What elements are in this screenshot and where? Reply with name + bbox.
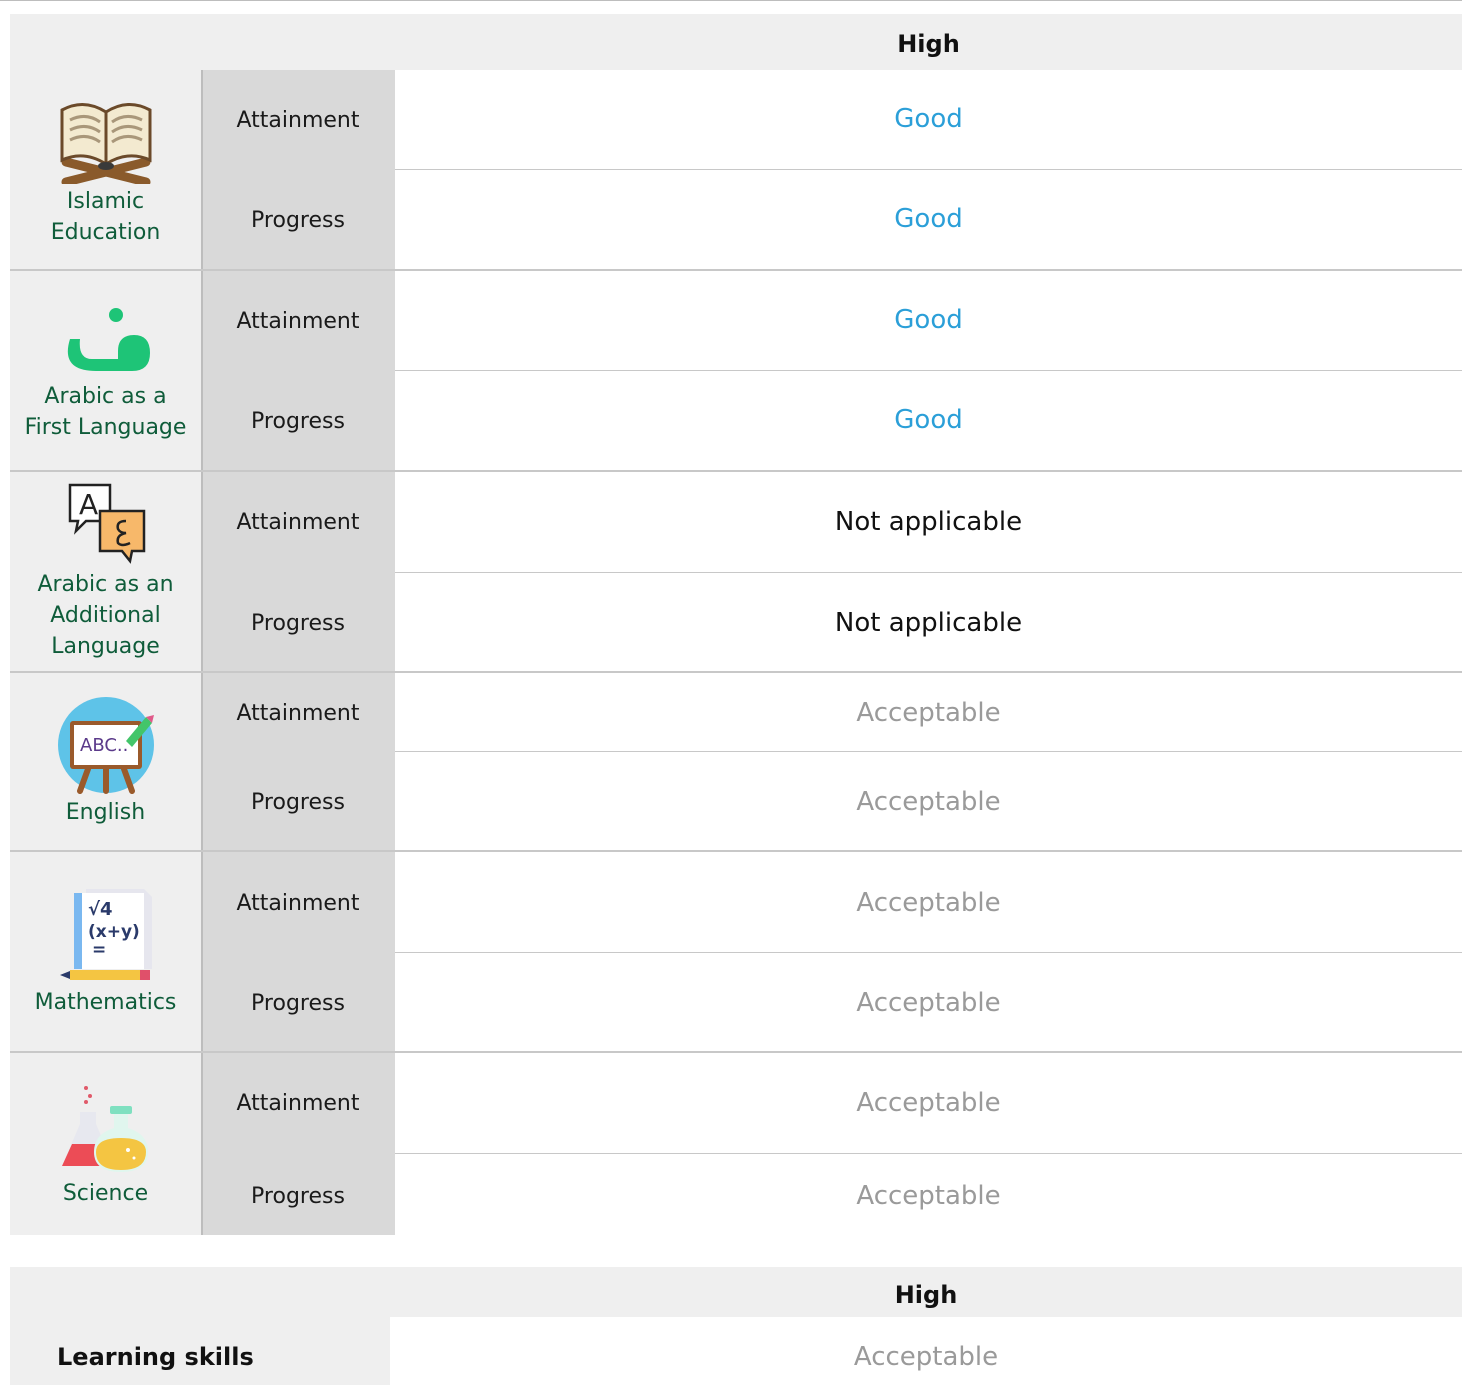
subject-cell: √4 (x+y) = Mathematics — [10, 852, 201, 1051]
attainment-value: Acceptable — [856, 1088, 1001, 1118]
attainment-label: Attainment — [236, 309, 360, 334]
phase-header-high: High — [897, 30, 960, 58]
learning-skills-value: Acceptable — [853, 1342, 999, 1372]
top-rule — [0, 0, 1462, 1]
abc-easel-icon: ABC.. — [57, 697, 154, 794]
subject-name: Arabic as an Additional Language — [37, 572, 174, 659]
progress-row: Progress Acceptable — [201, 752, 1462, 850]
attainment-value: Not applicable — [834, 507, 1023, 537]
progress-label: Progress — [251, 208, 345, 233]
attainment-row: Attainment Acceptable — [201, 852, 1462, 952]
progress-value: Acceptable — [856, 787, 1001, 817]
attainment-row: Attainment Acceptable — [201, 673, 1462, 751]
quran-book-icon — [60, 102, 151, 184]
attainment-value: Good — [894, 104, 963, 134]
attainment-label: Attainment — [236, 510, 360, 535]
svg-text:(x+y): (x+y) — [88, 922, 140, 942]
learning-skills-table: High Learning skills Acceptable — [10, 1267, 1462, 1385]
translation-bubbles-icon: A — [68, 483, 145, 564]
progress-label: Progress — [251, 991, 345, 1016]
attainment-value: Good — [894, 305, 963, 335]
subject-block-arabic-first-language: Arabic as a First Language Attainment Go… — [10, 271, 1462, 472]
progress-value: Acceptable — [856, 1181, 1001, 1211]
attainment-value: Acceptable — [856, 888, 1001, 918]
subject-block-english: ABC.. English Attainment Acceptable Prog… — [10, 673, 1462, 852]
svg-text:√4: √4 — [88, 899, 113, 920]
subject-name: Mathematics — [34, 990, 177, 1015]
svg-text:A: A — [79, 488, 98, 521]
progress-row: Progress Acceptable — [201, 953, 1462, 1051]
attainment-label: Attainment — [236, 1091, 360, 1116]
progress-row: Progress Not applicable — [201, 572, 1462, 671]
progress-label: Progress — [251, 611, 345, 636]
progress-label: Progress — [251, 790, 345, 815]
subject-block-mathematics: √4 (x+y) = Mathematics Attainment Accept… — [10, 852, 1462, 1053]
subject-name: Arabic as a First Language — [24, 383, 187, 440]
progress-value: Not applicable — [834, 608, 1023, 638]
subject-cell: Arabic as a First Language — [10, 271, 201, 470]
subject-name: English — [65, 800, 146, 825]
subject-cell: A Arabic as an Additional Language — [10, 472, 201, 671]
attainment-row: Attainment Not applicable — [201, 472, 1462, 572]
progress-value: Good — [894, 405, 963, 435]
attainment-label: Attainment — [236, 701, 360, 726]
progress-value: Acceptable — [856, 988, 1001, 1018]
subject-name: Islamic Education — [50, 188, 161, 245]
phase-header-high: High — [894, 1281, 958, 1309]
attainment-row: Attainment Good — [201, 271, 1462, 370]
attainment-value: Acceptable — [856, 698, 1001, 728]
judgement-table: High Islamic Education Attainment Good P… — [10, 14, 1462, 1235]
subject-block-islamic-education: Islamic Education Attainment Good Progre… — [10, 70, 1462, 271]
progress-row: Progress Good — [201, 170, 1462, 269]
progress-label: Progress — [251, 409, 345, 434]
svg-text:ABC..: ABC.. — [80, 735, 128, 756]
subject-block-science: Science Attainment Acceptable Progress A… — [10, 1053, 1462, 1235]
progress-value: Good — [894, 204, 963, 234]
subject-block-arabic-additional-language: A Arabic as an Additional Language Attai… — [10, 472, 1462, 673]
table-header: High — [10, 1267, 1462, 1317]
svg-text:=: = — [92, 940, 106, 960]
attainment-label: Attainment — [236, 891, 360, 916]
progress-row: Progress Good — [201, 371, 1462, 470]
progress-label: Progress — [251, 1184, 345, 1209]
learning-skills-row: Learning skills Acceptable — [10, 1317, 1462, 1385]
learning-skills-label: Learning skills — [10, 1317, 390, 1385]
attainment-label: Attainment — [236, 108, 360, 133]
progress-row: Progress Acceptable — [201, 1154, 1462, 1235]
lab-flasks-icon — [61, 1085, 148, 1172]
attainment-row: Attainment Acceptable — [201, 1053, 1462, 1153]
subject-cell: ABC.. English — [10, 673, 201, 850]
attainment-row: Attainment Good — [201, 70, 1462, 169]
arabic-letter-icon — [67, 307, 150, 371]
subject-cell: Islamic Education — [10, 70, 201, 269]
table-header: High — [10, 14, 1462, 70]
subject-name: Science — [62, 1180, 149, 1206]
math-notebook-icon: √4 (x+y) = — [59, 889, 152, 980]
subject-cell: Science — [10, 1053, 201, 1235]
